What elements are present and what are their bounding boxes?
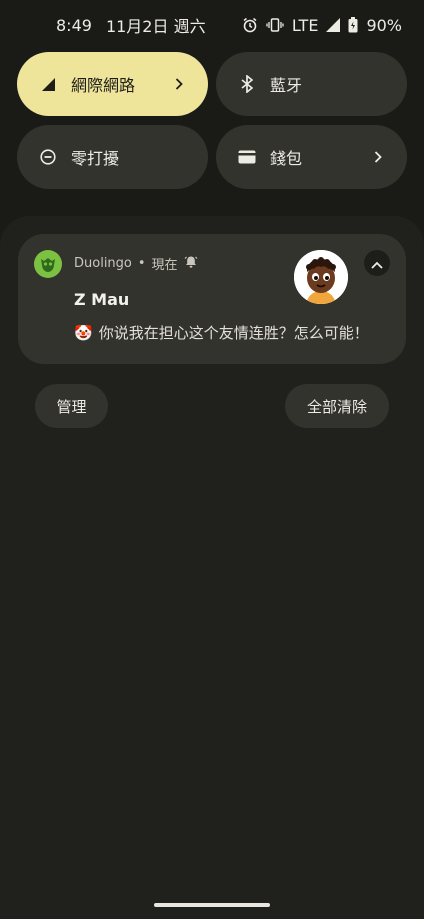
duolingo-owl-icon — [34, 250, 62, 278]
clown-emoji-icon: 🤡 — [74, 323, 93, 342]
app-name: Duolingo — [74, 256, 132, 271]
notification-header: Duolingo • 現在 — [74, 254, 198, 273]
sender-avatar — [294, 250, 348, 304]
alarm-icon — [242, 17, 258, 33]
notification-message: 你说我在担心这个友情连胜？怎么可能！ — [98, 324, 369, 342]
dnd-tile-label: 零打擾 — [71, 149, 120, 168]
cell-signal-icon — [326, 18, 341, 32]
wallet-tile[interactable]: 錢包 — [216, 125, 407, 189]
status-time: 8:49 — [56, 15, 92, 35]
battery-percent: 90% — [366, 15, 402, 35]
do-not-disturb-icon — [39, 148, 57, 166]
network-type-label: LTE — [291, 15, 319, 35]
duolingo-notification[interactable]: Duolingo • 現在 Z Mau 🤡 你说我在担心这个友情连胜？怎么可能！ — [18, 234, 406, 364]
notification-title: Z Mau — [74, 290, 130, 309]
wallet-tile-label: 錢包 — [270, 149, 303, 168]
chevron-right-icon — [172, 77, 186, 91]
internet-tile-label: 網際網路 — [71, 76, 136, 95]
manage-button[interactable]: 管理 — [35, 384, 108, 428]
chevron-up-icon — [371, 254, 383, 273]
bluetooth-tile[interactable]: 藍牙 — [216, 52, 407, 116]
vibrate-icon — [266, 17, 284, 33]
status-date: 11月2日 週六 — [105, 17, 206, 36]
battery-icon — [348, 17, 358, 33]
collapse-button[interactable] — [364, 250, 390, 276]
wallet-icon — [238, 148, 256, 166]
home-indicator[interactable] — [154, 903, 270, 907]
status-right: LTE 90% — [242, 16, 402, 35]
bluetooth-tile-label: 藍牙 — [270, 76, 303, 95]
notification-time: 現在 — [151, 258, 178, 273]
notification-body: 🤡 你说我在担心这个友情连胜？怎么可能！ — [74, 322, 369, 343]
chevron-right-icon — [371, 150, 385, 164]
status-left: 8:49 11月2日 週六 — [56, 13, 206, 37]
dnd-tile[interactable]: 零打擾 — [17, 125, 208, 189]
status-bar: 8:49 11月2日 週六 LTE 90% — [0, 0, 424, 50]
alert-bell-icon — [184, 255, 198, 273]
cell-signal-icon — [39, 75, 57, 93]
clear-all-button[interactable]: 全部清除 — [285, 384, 389, 428]
bluetooth-icon — [238, 75, 256, 93]
header-separator: • — [137, 256, 146, 271]
internet-tile[interactable]: 網際網路 — [17, 52, 208, 116]
